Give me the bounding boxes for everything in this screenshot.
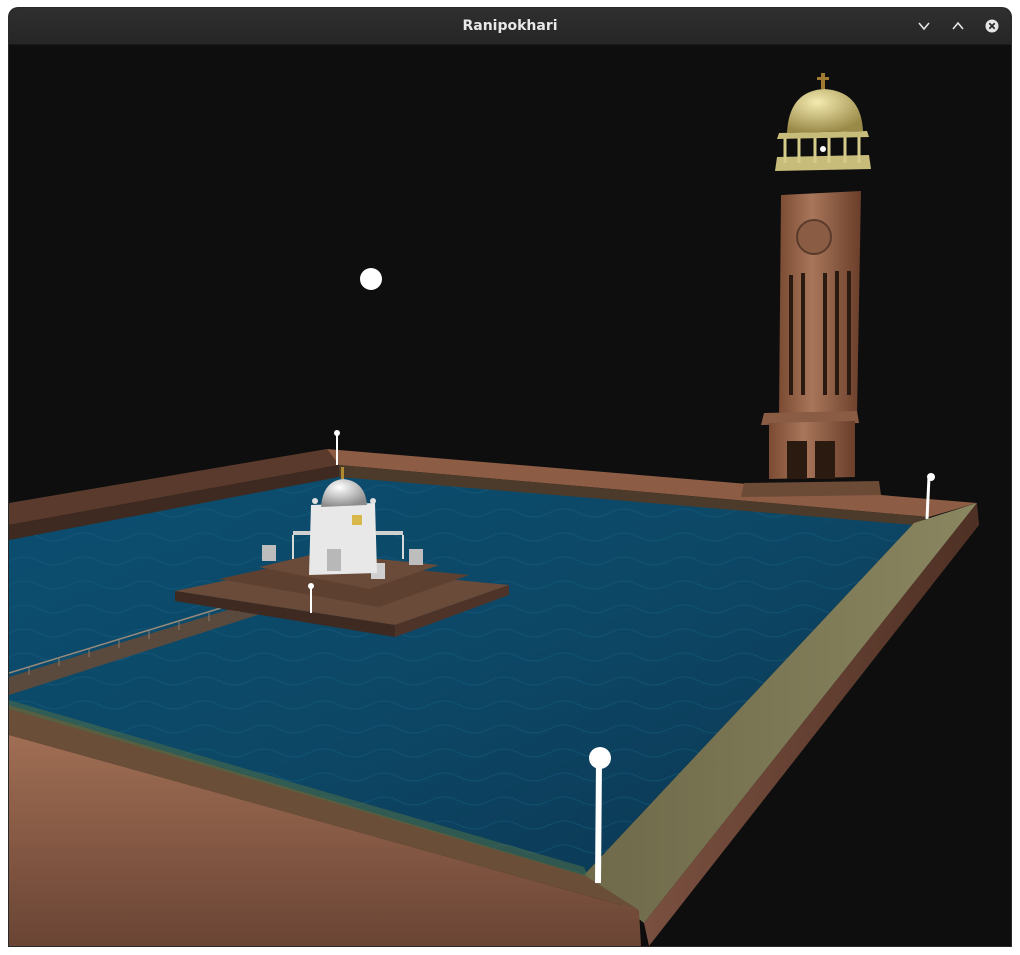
app-window: Ranipokhari bbox=[9, 8, 1011, 946]
close-icon bbox=[985, 19, 999, 33]
window-title: Ranipokhari bbox=[462, 18, 558, 34]
light-orb bbox=[360, 268, 382, 290]
chevron-down-icon bbox=[918, 22, 930, 31]
3d-viewport[interactable] bbox=[9, 45, 1011, 946]
maximize-button[interactable] bbox=[947, 15, 969, 37]
scene-render bbox=[9, 73, 979, 946]
tower-base bbox=[741, 481, 881, 497]
chevron-up-icon bbox=[952, 21, 964, 30]
clock-tower bbox=[761, 73, 871, 479]
minimize-button[interactable] bbox=[913, 15, 935, 37]
close-button[interactable] bbox=[981, 15, 1003, 37]
title-bar[interactable]: Ranipokhari bbox=[9, 8, 1011, 45]
